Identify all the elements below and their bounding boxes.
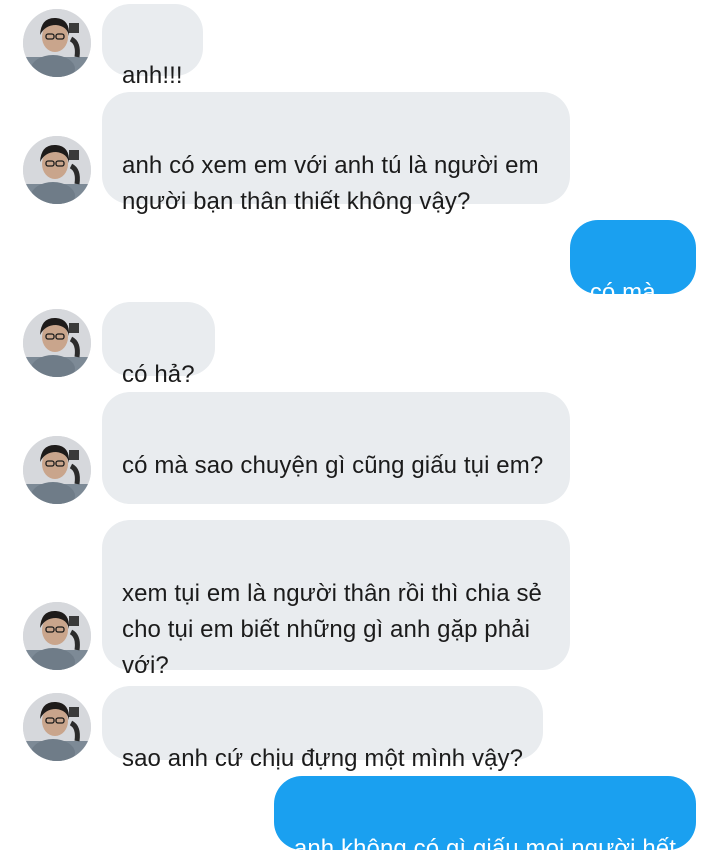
message-text: xem tụi em là người thân rồi thì chia sẻ… [122, 580, 542, 679]
message-bubble[interactable]: xem tụi em là người thân rồi thì chia sẻ… [102, 520, 570, 679]
avatar[interactable] [23, 693, 91, 761]
message-row-incoming: có hả? [0, 302, 720, 388]
avatar[interactable] [23, 309, 91, 377]
message-row-incoming: sao anh cứ chịu đựng một mình vậy? [0, 686, 720, 772]
message-row-outgoing: anh không có gì giấu mọi người hết [0, 776, 720, 862]
message-text: anh có xem em với anh tú là người em ngư… [122, 152, 539, 215]
avatar[interactable] [23, 9, 91, 77]
user-avatar-icon [23, 309, 91, 377]
avatar[interactable] [23, 136, 91, 204]
user-avatar-icon [23, 436, 91, 504]
avatar[interactable] [23, 602, 91, 670]
user-avatar-icon [23, 693, 91, 761]
message-bubble[interactable]: anh!!! [102, 4, 203, 89]
message-bubble[interactable]: có hả? [102, 302, 215, 388]
message-text: anh!!! [122, 62, 183, 89]
user-avatar-icon [23, 136, 91, 204]
message-bubble[interactable]: có mà sao chuyện gì cũng giấu tụi em? [102, 392, 570, 504]
user-avatar-icon [23, 602, 91, 670]
message-bubble[interactable]: anh có xem em với anh tú là người em ngư… [102, 92, 570, 215]
message-bubble[interactable]: anh không có gì giấu mọi người hết [273, 776, 696, 862]
message-text: có hả? [122, 361, 195, 388]
message-row-incoming: có mà sao chuyện gì cũng giấu tụi em? [0, 392, 720, 504]
user-avatar-icon [23, 9, 91, 77]
message-bubble[interactable]: có mà... [569, 220, 696, 306]
message-text: có mà sao chuyện gì cũng giấu tụi em? [122, 452, 544, 479]
message-text: anh không có gì giấu mọi người hết [293, 835, 676, 862]
message-row-incoming: anh có xem em với anh tú là người em ngư… [0, 92, 720, 215]
message-text: sao anh cứ chịu đựng một mình vậy? [122, 745, 524, 772]
message-row-outgoing: có mà... [0, 220, 720, 306]
avatar[interactable] [23, 436, 91, 504]
message-row-incoming: anh!!! [0, 0, 720, 89]
message-row-incoming: xem tụi em là người thân rồi thì chia sẻ… [0, 520, 720, 679]
message-bubble[interactable]: sao anh cứ chịu đựng một mình vậy? [102, 686, 544, 772]
